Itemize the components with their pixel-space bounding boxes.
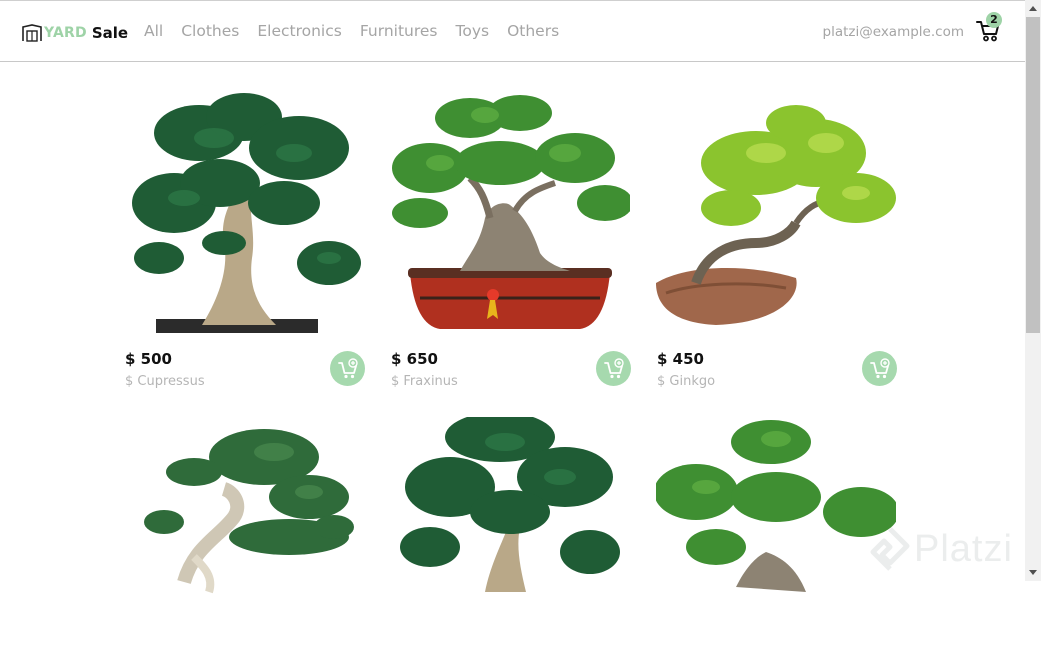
add-to-cart-button[interactable]	[862, 351, 897, 386]
brand-yard-text: YARD	[44, 25, 87, 41]
product-price: $ 650	[391, 350, 438, 368]
nav-link-all[interactable]: All	[144, 22, 163, 40]
product-image-fraxinus[interactable]	[390, 93, 630, 333]
product-price: $ 500	[125, 350, 172, 368]
scroll-down-arrow-icon[interactable]	[1025, 564, 1041, 581]
product-name: $ Ginkgo	[657, 374, 716, 389]
product-image-ginkgo[interactable]	[656, 93, 896, 333]
product-card[interactable]: $ 650 $ Fraxinus	[390, 93, 631, 389]
add-to-cart-icon	[869, 357, 890, 378]
product-image[interactable]	[124, 417, 364, 657]
product-image[interactable]	[390, 417, 630, 657]
product-name: $ Fraxinus	[391, 374, 458, 389]
product-card[interactable]: $ 450 $ Ginkgo	[656, 93, 897, 389]
user-email[interactable]: platzi@example.com	[823, 24, 964, 40]
platzi-watermark: Platzi	[870, 526, 1013, 572]
cart-count-badge: 2	[986, 12, 1002, 28]
product-name: $ Cupressus	[125, 374, 205, 389]
add-to-cart-icon	[603, 357, 624, 378]
product-card[interactable]	[124, 417, 364, 657]
nav-link-electronics[interactable]: Electronics	[257, 22, 341, 40]
category-nav: All Clothes Electronics Furnitures Toys …	[144, 22, 577, 40]
product-image-cupressus[interactable]	[124, 93, 364, 333]
nav-link-clothes[interactable]: Clothes	[181, 22, 239, 40]
product-card[interactable]	[656, 417, 896, 657]
platzi-logo-icon	[870, 527, 910, 571]
brand-logo[interactable]: YARD Sale	[22, 22, 128, 44]
add-to-cart-button[interactable]	[330, 351, 365, 386]
add-to-cart-icon	[337, 357, 358, 378]
brand-sale-text: Sale	[91, 24, 129, 42]
product-card[interactable]	[390, 417, 630, 657]
product-card[interactable]: $ 500 $ Cupressus	[124, 93, 365, 389]
watermark-text: Platzi	[914, 527, 1013, 570]
vertical-scrollbar[interactable]	[1025, 0, 1041, 581]
scroll-up-arrow-icon[interactable]	[1025, 0, 1041, 17]
product-price: $ 450	[657, 350, 704, 368]
navbar: YARD Sale All Clothes Electronics Furnit…	[0, 1, 1025, 62]
nav-link-furnitures[interactable]: Furnitures	[360, 22, 438, 40]
nav-link-others[interactable]: Others	[507, 22, 559, 40]
nav-link-toys[interactable]: Toys	[456, 22, 490, 40]
product-image[interactable]	[656, 417, 896, 657]
store-icon	[22, 24, 42, 42]
add-to-cart-button[interactable]	[596, 351, 631, 386]
scrollbar-thumb[interactable]	[1026, 17, 1040, 333]
